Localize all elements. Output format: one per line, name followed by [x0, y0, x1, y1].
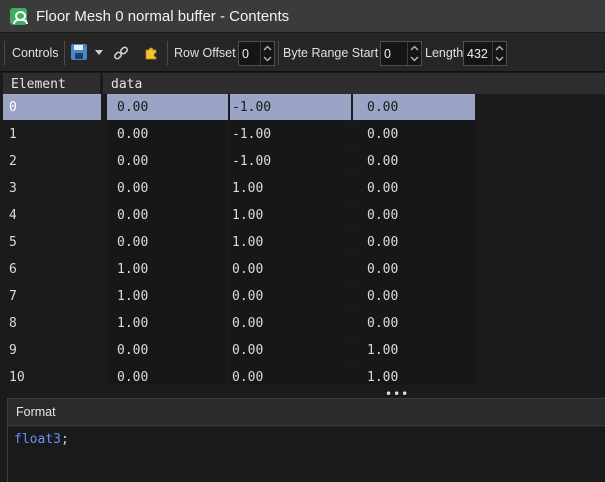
format-type-keyword: float3 — [14, 432, 61, 447]
chevron-up-icon[interactable] — [263, 44, 272, 53]
toolbar-separator — [64, 41, 65, 65]
element-cell[interactable]: 2 — [3, 148, 101, 174]
element-cell[interactable]: 5 — [3, 229, 101, 255]
puzzle-icon[interactable] — [143, 44, 160, 61]
chevron-up-icon[interactable] — [410, 44, 419, 53]
data-cell-y[interactable]: -1.00 — [230, 148, 351, 174]
format-semicolon: ; — [60, 432, 69, 447]
data-cell-z[interactable]: 0.00 — [353, 94, 475, 120]
controls-label: Controls — [12, 46, 59, 60]
data-cell-y[interactable]: 0.00 — [230, 256, 351, 282]
table-row[interactable]: 4 0.00 1.00 0.00 — [0, 202, 605, 229]
toolbar-separator — [278, 41, 279, 65]
data-cell-x[interactable]: 0.00 — [107, 202, 228, 228]
data-cell-z[interactable]: 1.00 — [353, 364, 475, 385]
data-cell-x[interactable]: 0.00 — [107, 121, 228, 147]
element-cell[interactable]: 8 — [3, 310, 101, 336]
chevron-down-icon[interactable] — [263, 54, 272, 63]
length-value[interactable]: 432 — [467, 47, 488, 61]
element-cell[interactable]: 4 — [3, 202, 101, 228]
data-cell-y[interactable]: -1.00 — [230, 94, 351, 120]
save-icon[interactable] — [71, 44, 87, 60]
panel-splitter[interactable]: ••• — [0, 385, 605, 401]
data-cell-z[interactable]: 0.00 — [353, 121, 475, 147]
format-panel: Format float3; — [7, 398, 605, 482]
data-cell-y[interactable]: 0.00 — [230, 283, 351, 309]
row-offset-label: Row Offset — [174, 46, 236, 60]
chevron-down-icon[interactable] — [410, 54, 419, 63]
data-cell-x[interactable]: 0.00 — [107, 175, 228, 201]
toolbar-separator — [167, 41, 168, 65]
buffer-table[interactable]: Element data 0 0.00 -1.00 0.00 1 0.00 -1.00 0.0… — [0, 73, 605, 385]
data-cell-z[interactable]: 1.00 — [353, 337, 475, 363]
toolbar-separator — [4, 41, 5, 65]
data-cell-x[interactable]: 0.00 — [107, 148, 228, 174]
row-offset-stepper[interactable] — [260, 42, 274, 65]
data-cell-y[interactable]: 0.00 — [230, 364, 351, 385]
format-panel-title: Format — [8, 399, 605, 426]
data-cell-x[interactable]: 0.00 — [107, 337, 228, 363]
table-row[interactable]: 9 0.00 0.00 1.00 — [0, 337, 605, 364]
data-cell-x[interactable]: 0.00 — [107, 364, 228, 385]
format-code[interactable]: float3; — [14, 432, 69, 447]
table-row[interactable]: 0 0.00 -1.00 0.00 — [0, 94, 605, 121]
data-cell-x[interactable]: 1.00 — [107, 256, 228, 282]
length-spinbox[interactable]: 432 — [463, 41, 507, 66]
byte-range-start-stepper[interactable] — [407, 42, 421, 65]
toolbar: Controls Row Offset 0 Byte Range Start 0… — [0, 32, 605, 72]
data-cell-z[interactable]: 0.00 — [353, 175, 475, 201]
data-cell-z[interactable]: 0.00 — [353, 229, 475, 255]
table-row[interactable]: 8 1.00 0.00 0.00 — [0, 310, 605, 337]
table-row[interactable]: 5 0.00 1.00 0.00 — [0, 229, 605, 256]
element-cell[interactable]: 7 — [3, 283, 101, 309]
data-cell-y[interactable]: 1.00 — [230, 175, 351, 201]
element-cell[interactable]: 9 — [3, 337, 101, 363]
table-row[interactable]: 10 0.00 0.00 1.00 — [0, 364, 605, 385]
data-cell-z[interactable]: 0.00 — [353, 310, 475, 336]
data-cell-y[interactable]: -1.00 — [230, 121, 351, 147]
table-row[interactable]: 7 1.00 0.00 0.00 — [0, 283, 605, 310]
element-cell[interactable]: 10 — [3, 364, 101, 385]
length-label: Length — [425, 46, 464, 60]
chevron-up-icon[interactable] — [495, 44, 504, 53]
data-cell-y[interactable]: 0.00 — [230, 310, 351, 336]
table-row[interactable]: 1 0.00 -1.00 0.00 — [0, 121, 605, 148]
link-icon[interactable] — [113, 45, 129, 61]
title-bar: Floor Mesh 0 normal buffer - Contents — [0, 0, 605, 32]
data-cell-x[interactable]: 1.00 — [107, 310, 228, 336]
table-row[interactable]: 3 0.00 1.00 0.00 — [0, 175, 605, 202]
data-cell-y[interactable]: 0.00 — [230, 337, 351, 363]
data-cell-y[interactable]: 1.00 — [230, 202, 351, 228]
data-cell-x[interactable]: 1.00 — [107, 283, 228, 309]
data-cell-z[interactable]: 0.00 — [353, 283, 475, 309]
row-offset-spinbox[interactable]: 0 — [238, 41, 275, 66]
data-cell-x[interactable]: 0.00 — [107, 229, 228, 255]
length-stepper[interactable] — [492, 42, 506, 65]
data-cell-y[interactable]: 1.00 — [230, 229, 351, 255]
byte-range-start-value[interactable]: 0 — [384, 47, 391, 61]
byte-range-start-label: Byte Range Start — [283, 46, 379, 60]
data-cell-z[interactable]: 0.00 — [353, 148, 475, 174]
column-header-element[interactable]: Element — [3, 73, 101, 94]
element-cell[interactable]: 3 — [3, 175, 101, 201]
save-dropdown-icon[interactable] — [95, 50, 103, 55]
app-user-icon — [10, 7, 28, 25]
chevron-down-icon[interactable] — [495, 54, 504, 63]
data-cell-z[interactable]: 0.00 — [353, 202, 475, 228]
column-header-data[interactable]: data — [103, 73, 605, 94]
table-row[interactable]: 2 0.00 -1.00 0.00 — [0, 148, 605, 175]
element-cell[interactable]: 1 — [3, 121, 101, 147]
table-row[interactable]: 6 1.00 0.00 0.00 — [0, 256, 605, 283]
byte-range-start-spinbox[interactable]: 0 — [380, 41, 422, 66]
element-cell[interactable]: 6 — [3, 256, 101, 282]
data-cell-z[interactable]: 0.00 — [353, 256, 475, 282]
format-editor[interactable]: float3; — [8, 427, 605, 482]
element-cell[interactable]: 0 — [3, 94, 101, 120]
data-cell-x[interactable]: 0.00 — [107, 94, 228, 120]
window-title: Floor Mesh 0 normal buffer - Contents — [36, 7, 290, 25]
row-offset-value[interactable]: 0 — [242, 47, 249, 61]
